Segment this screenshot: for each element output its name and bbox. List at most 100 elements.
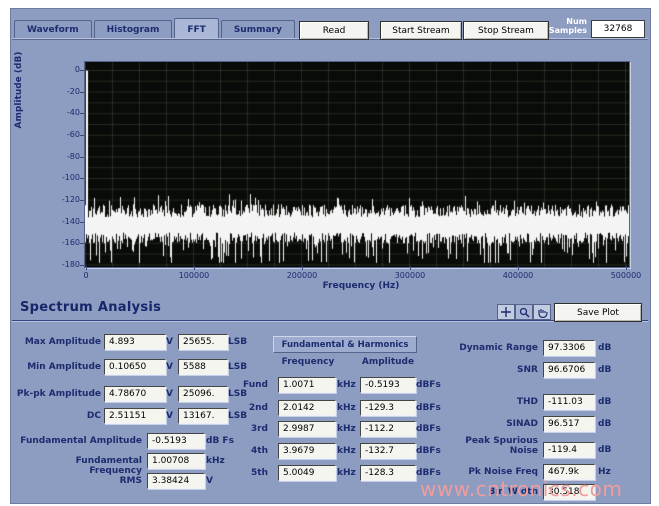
value-box: -111.03	[543, 394, 595, 410]
unit-label: dB	[598, 397, 611, 407]
num-samples-input[interactable]: 32768	[591, 20, 645, 38]
y-axis-label: Amplitude (dB)	[14, 30, 24, 150]
tab-fft[interactable]: FFT	[174, 18, 218, 38]
unit-label: kHz	[337, 403, 356, 413]
unit-label: dB	[598, 365, 611, 375]
y-tick-label: -140	[48, 217, 80, 226]
value-box: 96.6706	[543, 362, 595, 378]
y-tick-mark	[80, 243, 84, 244]
y-tick-mark	[80, 178, 84, 179]
row-label: Fund	[238, 380, 268, 390]
stop-stream-button[interactable]: Stop Stream	[463, 21, 549, 40]
field-label: Min Amplitude	[16, 362, 101, 372]
field-label: SNR	[440, 365, 538, 375]
value-box: 2.0142	[278, 400, 336, 416]
field-label: DC	[16, 411, 101, 421]
field-label: Fundamental Amplitude	[20, 436, 142, 446]
x-tick-label: 300000	[378, 271, 442, 280]
fft-plot-canvas[interactable]	[85, 62, 629, 267]
value-box: 5.0049	[278, 465, 336, 481]
value-box: 96.517	[543, 416, 595, 432]
value-box: 2.9987	[278, 421, 336, 437]
value-box: 3.38424	[147, 473, 205, 489]
y-tick-mark	[80, 265, 84, 266]
zoom-tool-icon[interactable]	[515, 304, 533, 320]
value-box: -132.7	[360, 443, 416, 459]
x-tick-mark	[302, 266, 303, 270]
unit-label: kHz	[337, 380, 356, 390]
y-tick-mark	[80, 70, 84, 71]
field-label: Max Amplitude	[16, 337, 101, 347]
watermark: www.cntronics.com	[420, 477, 622, 501]
unit-label: V	[206, 476, 213, 486]
row-label: 2nd	[238, 403, 268, 413]
field-label: RMS	[20, 476, 142, 486]
row-label: 4th	[238, 446, 268, 456]
unit-label: V	[166, 362, 173, 372]
value-box: 97.3306	[543, 340, 595, 356]
value-box: 25096.	[178, 386, 228, 402]
x-tick-mark	[194, 266, 195, 270]
read-button[interactable]: Read	[299, 21, 369, 40]
value-box: 3.9679	[278, 443, 336, 459]
field-label: THD	[440, 397, 538, 407]
field-label: Pk Noise Freq	[440, 467, 538, 477]
unit-label: dBFs	[416, 380, 441, 390]
y-tick-mark	[80, 200, 84, 201]
tab-summary[interactable]: Summary	[221, 20, 295, 38]
value-box: -129.3	[360, 400, 416, 416]
spectrum-analysis-title: Spectrum Analysis	[20, 300, 161, 315]
unit-label: V	[166, 389, 173, 399]
section-divider	[12, 320, 648, 322]
unit-label: kHz	[206, 456, 225, 466]
y-tick-label: -180	[48, 260, 80, 269]
value-box: -119.4	[543, 442, 595, 458]
fft-plot[interactable]	[84, 61, 630, 268]
pan-tool-icon[interactable]	[533, 304, 551, 320]
y-tick-label: -100	[48, 173, 80, 182]
tab-waveform[interactable]: Waveform	[14, 20, 92, 38]
y-tick-mark	[80, 135, 84, 136]
unit-label: Hz	[598, 467, 611, 477]
unit-label: dB	[598, 343, 611, 353]
x-tick-mark	[86, 266, 87, 270]
x-tick-label: 100000	[162, 271, 226, 280]
unit-label: dB	[598, 419, 611, 429]
x-tick-mark	[518, 266, 519, 270]
value-box: -112.2	[360, 421, 416, 437]
start-stream-button[interactable]: Start Stream	[380, 21, 462, 40]
x-tick-label: 400000	[486, 271, 550, 280]
y-tick-label: -80	[48, 152, 80, 161]
save-plot-button[interactable]: Save Plot	[554, 303, 642, 322]
unit-label: V	[166, 337, 173, 347]
value-box: 4.893	[104, 334, 166, 350]
app-window: Waveform Histogram FFT Summary Read Star…	[0, 0, 659, 506]
row-label: 5th	[238, 468, 268, 478]
field-label: Fundamental Frequency	[20, 456, 142, 476]
y-tick-label: -40	[48, 108, 80, 117]
y-tick-mark	[80, 92, 84, 93]
unit-label: LSB	[228, 337, 247, 347]
value-box: -128.3	[360, 465, 416, 481]
unit-label: kHz	[337, 468, 356, 478]
value-box: 5588	[178, 359, 228, 375]
y-tick-label: -60	[48, 130, 80, 139]
harmonics-title: Fundamental & Harmonics	[273, 336, 417, 353]
y-tick-mark	[80, 113, 84, 114]
value-box: -0.5193	[360, 377, 416, 393]
tab-histogram[interactable]: Histogram	[94, 20, 173, 38]
crosshair-tool-icon[interactable]	[497, 304, 515, 320]
y-tick-mark	[80, 157, 84, 158]
field-label: SINAD	[440, 419, 538, 429]
y-tick-label: -20	[48, 87, 80, 96]
unit-label: kHz	[337, 424, 356, 434]
value-box: 0.10650	[104, 359, 166, 375]
amplitude-column-header: Amplitude	[358, 357, 418, 367]
x-tick-label: 0	[54, 271, 118, 280]
unit-label: dBFs	[416, 424, 441, 434]
field-label: Peak Spurious Noise	[454, 436, 538, 456]
tab-bar: Waveform Histogram FFT Summary	[14, 14, 297, 38]
value-box: 1.00708	[147, 453, 205, 469]
unit-label: LSB	[228, 362, 247, 372]
value-box: 13167.	[178, 408, 228, 424]
